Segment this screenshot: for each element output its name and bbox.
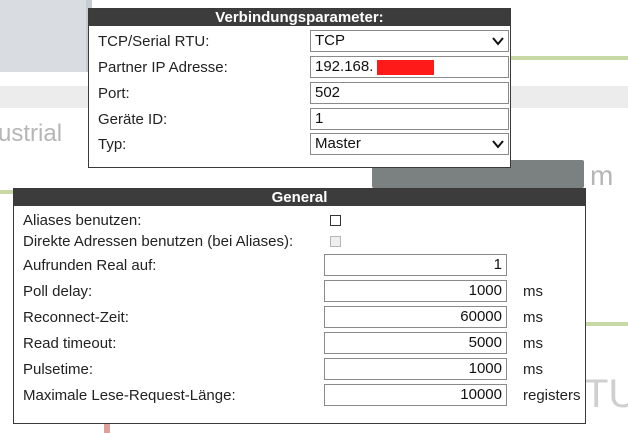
max-read-length-unit: registers bbox=[523, 387, 581, 404]
poll-delay-row: Poll delay: 1000 ms bbox=[14, 280, 585, 304]
protocol-row: TCP/Serial RTU: TCP bbox=[89, 30, 510, 54]
general-panel: General Aliases benutzen: Direkte Adress… bbox=[13, 188, 586, 424]
reconnect-row: Reconnect-Zeit: 60000 ms bbox=[14, 306, 585, 330]
type-row: Typ: Master bbox=[89, 133, 510, 157]
round-real-label: Aufrunden Real auf: bbox=[23, 257, 157, 274]
type-label: Typ: bbox=[98, 136, 127, 153]
background-text: ustrial bbox=[0, 120, 63, 147]
partner-ip-input[interactable]: 192.168. bbox=[310, 56, 509, 78]
chevron-down-icon bbox=[492, 37, 504, 46]
protocol-select[interactable]: TCP bbox=[310, 30, 509, 52]
background-text: m bbox=[590, 160, 614, 191]
max-read-length-row: Maximale Lese-Request-Länge: 10000 regis… bbox=[14, 384, 585, 408]
background-line bbox=[0, 190, 14, 194]
read-timeout-label: Read timeout: bbox=[23, 335, 117, 352]
direct-addresses-checkbox[interactable] bbox=[330, 236, 341, 247]
type-select[interactable]: Master bbox=[310, 133, 509, 155]
background-text: TU bbox=[584, 372, 628, 416]
poll-delay-input[interactable]: 1000 bbox=[324, 280, 507, 302]
partner-ip-value: 192.168. bbox=[315, 58, 374, 75]
partner-ip-row: Partner IP Adresse: 192.168. bbox=[89, 56, 510, 80]
connection-parameters-panel: Verbindungsparameter: TCP/Serial RTU: TC… bbox=[88, 8, 511, 168]
round-real-row: Aufrunden Real auf: 1 bbox=[14, 254, 585, 278]
read-timeout-row: Read timeout: 5000 ms bbox=[14, 332, 585, 356]
port-label: Port: bbox=[98, 85, 130, 102]
background-monitor-image bbox=[0, 0, 92, 72]
direct-addresses-label: Direkte Adressen benutzen (bei Aliases): bbox=[23, 233, 294, 250]
redaction-mark bbox=[377, 60, 434, 75]
device-id-input[interactable]: 1 bbox=[310, 108, 509, 130]
type-value: Master bbox=[315, 135, 361, 152]
reconnect-input[interactable]: 60000 bbox=[324, 306, 507, 328]
round-real-input[interactable]: 1 bbox=[324, 254, 507, 276]
device-id-label: Geräte ID: bbox=[98, 111, 168, 128]
read-timeout-input[interactable]: 5000 bbox=[324, 332, 507, 354]
direct-addresses-row: Direkte Adressen benutzen (bei Aliases): bbox=[14, 230, 585, 254]
port-row: Port: 502 bbox=[89, 82, 510, 106]
panel-title: Verbindungsparameter: bbox=[89, 9, 510, 26]
max-read-length-label: Maximale Lese-Request-Länge: bbox=[23, 387, 236, 404]
read-timeout-unit: ms bbox=[523, 335, 543, 352]
pulsetime-label: Pulsetime: bbox=[23, 361, 94, 378]
port-input[interactable]: 502 bbox=[310, 82, 509, 104]
reconnect-label: Reconnect-Zeit: bbox=[23, 309, 129, 326]
protocol-label: TCP/Serial RTU: bbox=[98, 33, 210, 50]
panel-title: General bbox=[14, 189, 585, 206]
background-line bbox=[510, 56, 628, 60]
pulsetime-input[interactable]: 1000 bbox=[324, 358, 507, 380]
chevron-down-icon bbox=[492, 140, 504, 149]
reconnect-unit: ms bbox=[523, 309, 543, 326]
pulsetime-unit: ms bbox=[523, 361, 543, 378]
device-id-row: Geräte ID: 1 bbox=[89, 108, 510, 132]
background-line bbox=[586, 322, 628, 326]
protocol-value: TCP bbox=[315, 32, 345, 49]
pulsetime-row: Pulsetime: 1000 ms bbox=[14, 358, 585, 382]
partner-ip-label: Partner IP Adresse: bbox=[98, 59, 228, 76]
max-read-length-input[interactable]: 10000 bbox=[324, 384, 507, 406]
use-aliases-label: Aliases benutzen: bbox=[23, 212, 142, 229]
poll-delay-unit: ms bbox=[523, 283, 543, 300]
use-aliases-checkbox[interactable] bbox=[330, 215, 341, 226]
poll-delay-label: Poll delay: bbox=[23, 283, 93, 300]
